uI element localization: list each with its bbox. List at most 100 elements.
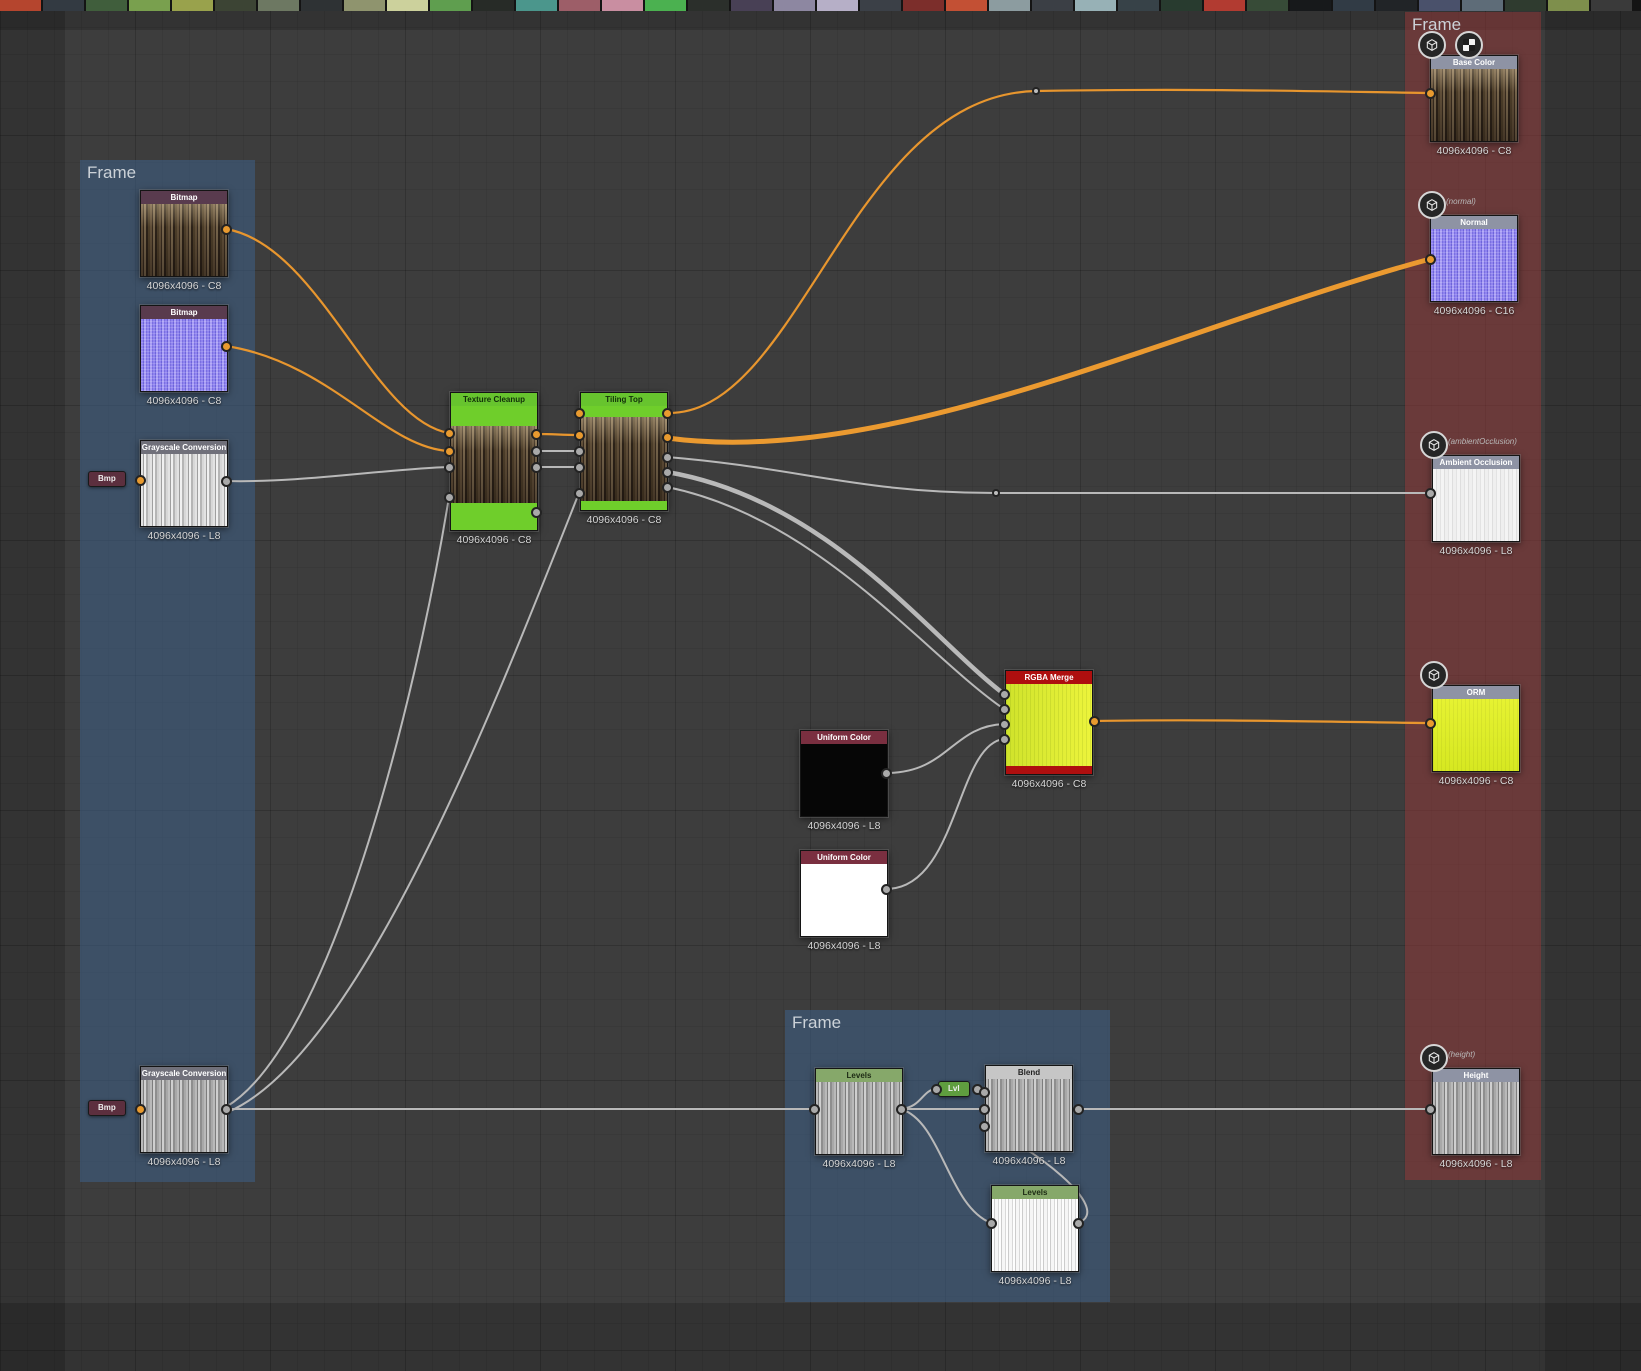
- output-port[interactable]: [662, 482, 673, 493]
- input-port[interactable]: [999, 719, 1010, 730]
- palette-swatch[interactable]: [1247, 0, 1288, 11]
- palette-swatch[interactable]: [731, 0, 772, 11]
- palette-swatch[interactable]: [1591, 0, 1632, 11]
- node-output-normal[interactable]: (normal) Normal 4096x4096 - C16: [1418, 191, 1518, 317]
- palette-swatch[interactable]: [1118, 0, 1159, 11]
- output-port[interactable]: [221, 476, 232, 487]
- wire[interactable]: [224, 227, 451, 435]
- input-port[interactable]: [444, 428, 455, 439]
- input-port[interactable]: [1425, 88, 1436, 99]
- output-port[interactable]: [881, 884, 892, 895]
- output-port[interactable]: [662, 467, 673, 478]
- palette-swatch[interactable]: [1505, 0, 1546, 11]
- node-grayscale-conversion-2[interactable]: Grayscale Conversion 4096x4096 - L8: [140, 1066, 228, 1168]
- wire-waypoint[interactable]: [1032, 87, 1040, 95]
- input-tag-bmp[interactable]: Bmp: [88, 471, 126, 487]
- node-blend[interactable]: Blend 4096x4096 - L8: [985, 1065, 1073, 1167]
- input-port[interactable]: [135, 1104, 146, 1115]
- graph-canvas[interactable]: Frame Frame Frame Bitmap 4096x4096 - C8 …: [0, 0, 1641, 1371]
- 3d-view-icon[interactable]: [1420, 661, 1448, 689]
- input-port[interactable]: [444, 492, 455, 503]
- palette-swatch[interactable]: [903, 0, 944, 11]
- palette-swatch[interactable]: [1204, 0, 1245, 11]
- input-port[interactable]: [979, 1121, 990, 1132]
- wire[interactable]: [225, 496, 450, 1108]
- node-levels-2[interactable]: Levels 4096x4096 - L8: [991, 1185, 1079, 1287]
- palette-swatch[interactable]: [215, 0, 256, 11]
- output-port[interactable]: [221, 224, 232, 235]
- input-port[interactable]: [986, 1218, 997, 1229]
- input-port[interactable]: [1425, 718, 1436, 729]
- output-port[interactable]: [881, 768, 892, 779]
- 3d-view-icon[interactable]: [1420, 1044, 1448, 1072]
- wire[interactable]: [666, 456, 1431, 495]
- input-port[interactable]: [999, 689, 1010, 700]
- wire[interactable]: [665, 88, 1432, 415]
- palette-swatch[interactable]: [860, 0, 901, 11]
- palette-swatch[interactable]: [1032, 0, 1073, 11]
- palette-swatch[interactable]: [387, 0, 428, 11]
- node-uniform-color-white[interactable]: Uniform Color 4096x4096 - L8: [800, 850, 888, 952]
- palette-swatch[interactable]: [1290, 0, 1331, 11]
- 3d-view-icon[interactable]: [1418, 31, 1446, 59]
- output-port[interactable]: [896, 1104, 907, 1115]
- input-port[interactable]: [574, 488, 585, 499]
- palette-swatch[interactable]: [1376, 0, 1417, 11]
- wire[interactable]: [227, 492, 580, 1113]
- wire[interactable]: [885, 738, 1005, 890]
- input-port[interactable]: [1425, 1104, 1436, 1115]
- node-uniform-color-black[interactable]: Uniform Color 4096x4096 - L8: [800, 730, 888, 832]
- wire[interactable]: [534, 432, 581, 437]
- palette-swatch[interactable]: [645, 0, 686, 11]
- wire-waypoint[interactable]: [992, 489, 1000, 497]
- input-port[interactable]: [979, 1087, 990, 1098]
- output-port[interactable]: [1089, 716, 1100, 727]
- input-tag-bmp[interactable]: Bmp: [88, 1100, 126, 1116]
- input-port[interactable]: [135, 475, 146, 486]
- 2d-view-icon[interactable]: [1455, 31, 1483, 59]
- palette-swatch[interactable]: [516, 0, 557, 11]
- output-port[interactable]: [662, 408, 673, 419]
- input-port[interactable]: [931, 1084, 942, 1095]
- output-port[interactable]: [662, 452, 673, 463]
- palette-swatch[interactable]: [344, 0, 385, 11]
- node-output-orm[interactable]: ORM 4096x4096 - C8: [1420, 661, 1520, 787]
- node-levels-1[interactable]: Levels 4096x4096 - L8: [815, 1068, 903, 1170]
- node-tiling-top[interactable]: Tiling Top 4096x4096 - C8: [580, 392, 668, 526]
- reference-tag-lvl[interactable]: Lvl: [938, 1081, 970, 1097]
- input-port[interactable]: [574, 408, 585, 419]
- input-port[interactable]: [999, 704, 1010, 715]
- palette-swatch[interactable]: [258, 0, 299, 11]
- palette-swatch[interactable]: [688, 0, 729, 11]
- wire[interactable]: [1092, 719, 1432, 725]
- palette-swatch[interactable]: [86, 0, 127, 11]
- output-port[interactable]: [531, 507, 542, 518]
- output-port[interactable]: [1073, 1218, 1084, 1229]
- input-port[interactable]: [574, 446, 585, 457]
- input-port[interactable]: [809, 1104, 820, 1115]
- wire[interactable]: [666, 486, 1005, 710]
- palette-swatch[interactable]: [559, 0, 600, 11]
- input-port[interactable]: [1425, 254, 1436, 265]
- node-output-height[interactable]: (height) Height 4096x4096 - L8: [1420, 1044, 1520, 1170]
- node-bitmap-1[interactable]: Bitmap 4096x4096 - C8: [140, 190, 228, 292]
- palette-swatch[interactable]: [1548, 0, 1589, 11]
- palette-swatch[interactable]: [43, 0, 84, 11]
- input-port[interactable]: [444, 462, 455, 473]
- output-port[interactable]: [531, 429, 542, 440]
- palette-swatch[interactable]: [1462, 0, 1503, 11]
- output-port[interactable]: [531, 446, 542, 457]
- input-port[interactable]: [444, 446, 455, 457]
- input-port[interactable]: [979, 1104, 990, 1115]
- palette-swatch[interactable]: [172, 0, 213, 11]
- wire[interactable]: [664, 469, 1007, 697]
- wire[interactable]: [224, 344, 451, 453]
- input-port[interactable]: [574, 430, 585, 441]
- palette-swatch[interactable]: [989, 0, 1030, 11]
- node-grayscale-conversion-1[interactable]: Grayscale Conversion 4096x4096 - L8: [140, 440, 228, 542]
- palette-swatch[interactable]: [301, 0, 342, 11]
- input-port[interactable]: [574, 462, 585, 473]
- output-port[interactable]: [531, 462, 542, 473]
- 3d-view-icon[interactable]: [1420, 431, 1448, 459]
- palette-swatch[interactable]: [473, 0, 514, 11]
